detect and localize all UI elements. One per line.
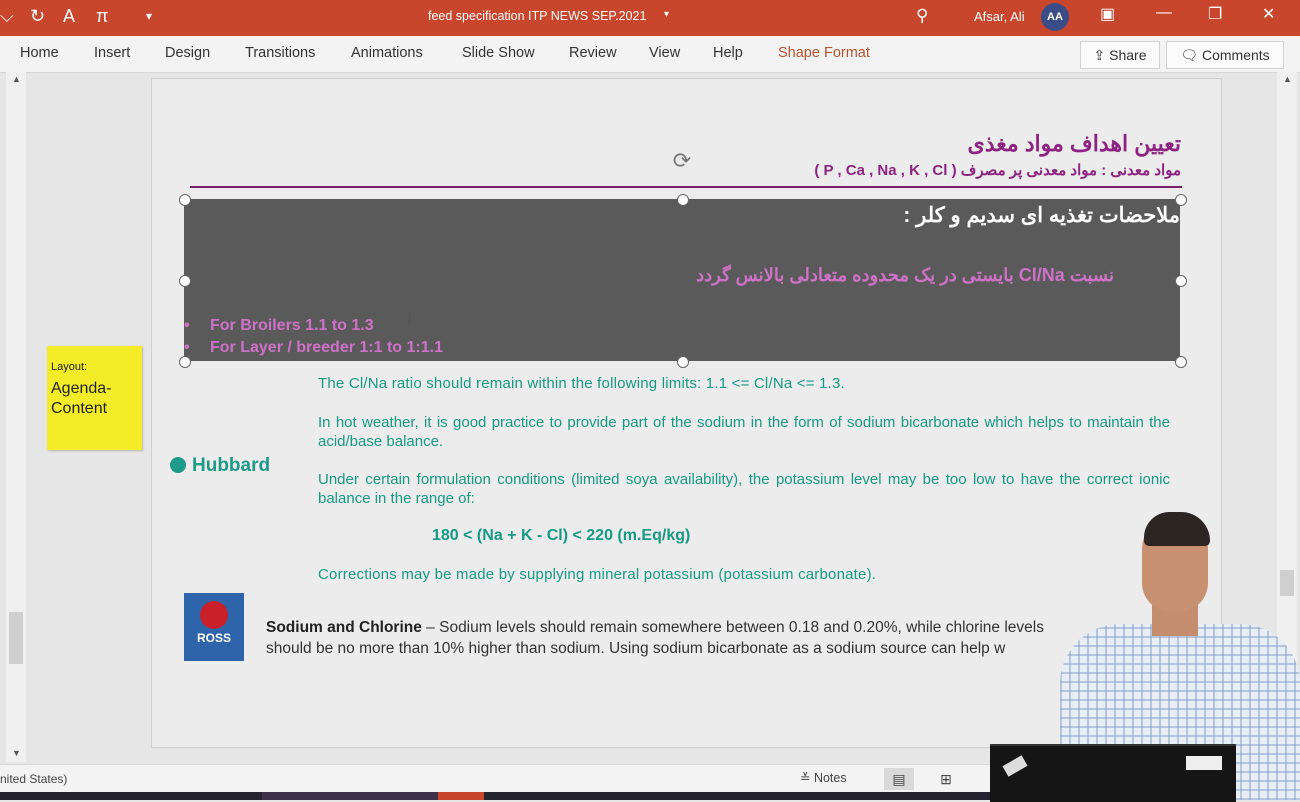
presenter-hair <box>1144 512 1210 546</box>
language-status[interactable]: nited States) <box>0 772 67 786</box>
ross-line: – Sodium levels should remain somewhere … <box>421 619 1044 636</box>
share-label: Share <box>1109 47 1147 63</box>
hubbard-paragraph: Under certain formulation conditions (li… <box>318 471 1170 507</box>
ribbon-display-icon[interactable]: ▣ <box>1100 4 1115 24</box>
box-ratio-text: نسبت Cl/Na بایستی در یک محدوده متعادلی ب… <box>696 265 1114 285</box>
tab-shape-format[interactable]: Shape Format <box>778 45 870 61</box>
resize-handle[interactable] <box>179 356 191 368</box>
slide-sorter-icon[interactable]: ⊞ <box>931 768 961 790</box>
taskbar-segment <box>438 792 484 800</box>
notes-button[interactable]: ≚ Notes <box>800 770 847 785</box>
divider <box>190 186 1182 188</box>
hubbard-paragraph: Corrections may be made by supplying min… <box>318 566 877 583</box>
text-cursor-icon: I <box>407 309 413 329</box>
laptop-sticker <box>1002 755 1028 777</box>
ross-logo: ROSS <box>184 593 244 661</box>
tab-animations[interactable]: Animations <box>351 45 423 61</box>
ribbon-tabs: Home Insert Design Transitions Animation… <box>0 36 1300 73</box>
laptop-lid <box>990 744 1236 802</box>
sticky-line: Agenda- <box>51 380 112 397</box>
font-color-icon[interactable]: A <box>63 6 75 27</box>
resize-handle[interactable] <box>1175 356 1187 368</box>
pi-icon[interactable]: π <box>96 6 108 27</box>
tab-review[interactable]: Review <box>569 45 617 61</box>
ross-paragraph-title: Sodium and Chlorine <box>266 619 422 636</box>
hubbard-logo-icon <box>170 457 186 473</box>
ross-paragraph: Sodium and Chlorine – Sodium levels shou… <box>266 617 1166 659</box>
ross-line: should be no more than 10% higher than s… <box>266 640 1006 657</box>
resize-handle[interactable] <box>677 194 689 206</box>
normal-view-icon[interactable]: ▤ <box>884 768 914 790</box>
sticky-caption: Layout: <box>51 361 88 373</box>
ross-logo-text: ROSS <box>196 631 231 645</box>
hubbard-logo: Hubbard <box>170 455 270 477</box>
maximize-icon[interactable]: ❐ <box>1208 4 1222 24</box>
resize-handle[interactable] <box>179 194 191 206</box>
tab-view[interactable]: View <box>649 45 680 61</box>
avatar[interactable]: AA <box>1041 3 1069 31</box>
slide-subheading: مواد معدنی : مواد معدنی پر مصرف ( P , Ca… <box>814 162 1181 179</box>
minimize-icon[interactable]: — <box>1156 4 1172 22</box>
resize-handle[interactable] <box>179 275 191 287</box>
slide-heading: تعیین اهداف مواد مغذی <box>967 131 1181 156</box>
scroll-up-icon[interactable]: ▲ <box>12 74 21 84</box>
resize-handle[interactable] <box>1175 194 1187 206</box>
tab-design[interactable]: Design <box>165 45 210 61</box>
hubbard-paragraph: The Cl/Na ratio should remain within the… <box>318 375 845 392</box>
ross-logo-icon <box>200 601 228 629</box>
scroll-thumb[interactable] <box>9 612 23 664</box>
share-icon: ⇪ <box>1093 47 1110 63</box>
resize-handle[interactable] <box>677 356 689 368</box>
resize-handle[interactable] <box>1175 275 1187 287</box>
tab-help[interactable]: Help <box>713 45 743 61</box>
box-heading: ملاحضات تغذیه ای سدیم و کلر : <box>903 204 1180 227</box>
document-title: feed specification ITP NEWS SEP.2021 <box>428 9 647 23</box>
comments-label: Comments <box>1201 47 1270 63</box>
tab-transitions[interactable]: Transitions <box>245 45 315 61</box>
notes-label: Notes <box>813 771 847 785</box>
tab-insert[interactable]: Insert <box>94 45 130 61</box>
customize-toolbar-icon[interactable]: ▾ <box>146 9 152 23</box>
bullet-item: • For Layer / breeder 1:1 to 1:1.1 <box>184 339 443 356</box>
comments-icon: 🗨 <box>1180 47 1202 63</box>
close-icon[interactable]: ✕ <box>1262 4 1275 24</box>
sticky-text: Agenda- Content <box>51 379 112 419</box>
title-bar: ⌵ ↻ A π ▾ feed specification ITP NEWS SE… <box>0 0 1300 36</box>
bullet-item: • For Broilers 1.1 to 1.3 <box>184 317 374 334</box>
hubbard-logo-text: Hubbard <box>192 455 271 476</box>
hubbard-paragraph: In hot weather, it is good practice to p… <box>318 414 1170 450</box>
scroll-down-icon[interactable]: ▼ <box>12 748 21 758</box>
user-name[interactable]: Afsar, Ali <box>974 9 1025 24</box>
laptop-sticker <box>1186 756 1222 770</box>
search-icon[interactable]: ⚲ <box>916 6 928 26</box>
share-button[interactable]: ⇪ Share <box>1080 41 1160 69</box>
title-dropdown-icon[interactable]: ▾ <box>664 9 669 20</box>
left-scrollbar[interactable]: ▲ ▼ <box>6 72 26 762</box>
bullet-text: For Broilers 1.1 to 1.3 <box>210 317 374 334</box>
sticky-line: Content <box>51 400 108 417</box>
layout-sticky-note: Layout: Agenda- Content <box>47 346 142 450</box>
bullet-text: For Layer / breeder 1:1 to 1:1.1 <box>210 339 443 356</box>
save-icon[interactable]: ⌵ <box>0 6 14 27</box>
tab-slide-show[interactable]: Slide Show <box>462 45 535 61</box>
comments-button[interactable]: 🗨 Comments <box>1166 41 1284 69</box>
ionic-balance-formula: 180 < (Na + K - Cl) < 220 (m.Eq/kg) <box>432 527 691 544</box>
tab-home[interactable]: Home <box>20 45 59 61</box>
redo-icon[interactable]: ↻ <box>30 6 45 27</box>
selected-text-box[interactable]: ملاحضات تغذیه ای سدیم و کلر : نسبت Cl/Na… <box>184 199 1180 361</box>
taskbar-segment <box>262 792 438 800</box>
scroll-up-icon[interactable]: ▲ <box>1283 74 1292 84</box>
rotate-handle-icon[interactable]: ⟳ <box>670 149 694 173</box>
notes-icon: ≚ <box>800 771 814 785</box>
